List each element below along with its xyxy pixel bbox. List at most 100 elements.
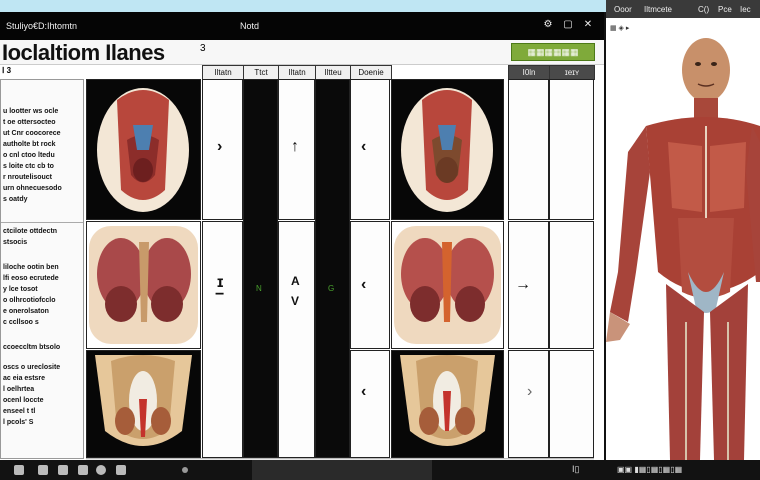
grid-cell[interactable] bbox=[549, 79, 594, 220]
note-line: stsocis bbox=[3, 239, 28, 246]
anatomy-image-4[interactable] bbox=[391, 79, 504, 220]
notes-block-4: ccoeccltm btsolo bbox=[3, 342, 81, 353]
anatomy-illustration bbox=[97, 88, 189, 212]
grid-cell[interactable]: ɪ − bbox=[202, 221, 243, 458]
toolbar-item[interactable]: Pce bbox=[718, 5, 732, 14]
note-line: r nroutelisouct bbox=[3, 174, 53, 181]
anatomy-image-5[interactable] bbox=[391, 221, 504, 349]
grid-cell[interactable]: ↑ bbox=[278, 79, 315, 220]
dark-column: G bbox=[315, 79, 350, 458]
minus-icon[interactable]: − bbox=[215, 286, 224, 304]
divider bbox=[1, 222, 83, 223]
maximize-icon[interactable]: ▢ bbox=[562, 19, 574, 31]
camera-icon[interactable] bbox=[78, 465, 88, 475]
chevron-left-icon[interactable]: ‹ bbox=[361, 138, 366, 156]
note-line: l pcols' S bbox=[3, 419, 34, 426]
muscle-figure-illustration[interactable] bbox=[606, 22, 760, 460]
note-line: enseel t tl bbox=[3, 408, 36, 415]
green-label: G bbox=[328, 284, 335, 293]
toolbar-item[interactable]: Iltmcete bbox=[644, 5, 672, 14]
browser-icon[interactable] bbox=[96, 465, 106, 475]
toolbar-item[interactable]: C() bbox=[698, 5, 709, 14]
note-line: liloche ootin ben bbox=[3, 264, 59, 271]
grid-cell[interactable] bbox=[508, 79, 549, 220]
anatomy-image-2[interactable] bbox=[86, 221, 201, 349]
app-icon[interactable] bbox=[116, 465, 126, 475]
column-header[interactable]: Doenie bbox=[350, 65, 392, 80]
note-line: y lce tosot bbox=[3, 286, 38, 293]
column-header[interactable]: Iltatn bbox=[202, 65, 244, 80]
anatomy-illustration bbox=[95, 355, 192, 446]
figure-toolbar: Ooor Iltmcete C() Pce Iec bbox=[606, 0, 760, 18]
grid-cell[interactable]: ‹ bbox=[350, 79, 390, 220]
clock[interactable]: I▯ bbox=[572, 464, 579, 475]
arrow-up-icon[interactable]: ↑ bbox=[291, 138, 299, 156]
note-line: ctcilote ottdectn bbox=[3, 228, 58, 235]
column-header-row: Ⅰ 3 Iltatn Ttct Iltatn Iltteu Doenie Ⅰ0l… bbox=[0, 65, 598, 80]
folder-icon[interactable] bbox=[38, 465, 48, 475]
left-notes-panel: u lootter ws ocle t oe ottersocteo ut Cn… bbox=[0, 79, 84, 459]
dark-column: N bbox=[243, 79, 278, 458]
main-window: Stuliyo€D:Ihtomtn Notd ⚙ ▢ ✕ Ioclaltiom … bbox=[0, 12, 606, 465]
window-subtitle: Notd bbox=[240, 21, 260, 31]
note-line: s loite ctc cb to bbox=[3, 163, 54, 170]
notes-block-1: u lootter ws ocle t oe ottersocteo ut Cn… bbox=[3, 106, 81, 205]
note-line: o olhrcotiofcclo bbox=[3, 297, 56, 304]
note-line: u lootter ws ocle bbox=[3, 108, 59, 115]
settings-icon[interactable]: ⚙ bbox=[542, 19, 554, 31]
grid-cell[interactable]: ‹ bbox=[350, 350, 390, 458]
a-marker[interactable]: A bbox=[291, 274, 300, 288]
chevron-left-icon[interactable]: ‹ bbox=[361, 383, 366, 401]
arrow-right-icon[interactable]: → bbox=[515, 276, 531, 294]
notes-block-2: ctcilote ottdectn stsocis bbox=[3, 226, 81, 248]
grid-cell[interactable]: › bbox=[508, 350, 549, 458]
grid-cell[interactable] bbox=[549, 350, 594, 458]
anatomy-image-1[interactable] bbox=[86, 79, 201, 220]
grid-cell[interactable]: A V bbox=[278, 221, 315, 458]
note-line: ocenl loccte bbox=[3, 397, 44, 404]
anatomy-illustration bbox=[89, 226, 198, 344]
column-header[interactable]: Iltatn bbox=[278, 65, 316, 80]
grid-cell[interactable]: → bbox=[508, 221, 549, 349]
v-marker[interactable]: V bbox=[291, 294, 299, 308]
note-line: ut Cnr coocorece bbox=[3, 130, 61, 137]
chevron-left-icon[interactable]: ‹ bbox=[361, 276, 366, 294]
grid-cell[interactable]: ‹ bbox=[350, 221, 390, 349]
indicator-icon bbox=[182, 467, 188, 473]
document-icon[interactable] bbox=[58, 465, 68, 475]
note-line: t oe ottersocteo bbox=[3, 119, 56, 126]
note-line: s oatdy bbox=[3, 196, 28, 203]
note-line: o cnl ctoo ltedu bbox=[3, 152, 55, 159]
toolbar-item[interactable]: Ooor bbox=[614, 5, 632, 14]
chevron-right-icon[interactable]: › bbox=[217, 138, 222, 156]
page-title: Ioclaltiom Ilanes bbox=[2, 40, 165, 65]
anatomy-illustration bbox=[400, 355, 495, 446]
figure-window: Ooor Iltmcete C() Pce Iec ▦ ◈ ▸ bbox=[606, 0, 760, 460]
taskbar-status: ▣▣ ▮▦▯▦▯▦▯▦ bbox=[617, 465, 683, 474]
action-button[interactable]: ▦▦▦▦▦▦ ▦▦▦▦ bbox=[511, 43, 595, 73]
column-header[interactable]: Iltteu bbox=[315, 65, 351, 80]
notes-block-3: liloche ootin ben lfi eoso ecrutede y lc… bbox=[3, 262, 81, 328]
chevron-right-icon[interactable]: › bbox=[527, 383, 532, 401]
note-line: oscs o ureclosite bbox=[3, 364, 61, 371]
close-icon[interactable]: ✕ bbox=[582, 19, 594, 31]
anatomy-image-6[interactable] bbox=[391, 350, 504, 458]
anatomy-image-3[interactable] bbox=[86, 350, 201, 458]
taskbar: I▯ ▣▣ ▮▦▯▦▯▦▯▦ bbox=[0, 460, 760, 480]
grid-cell[interactable]: › bbox=[202, 79, 243, 220]
anatomy-illustration bbox=[394, 226, 501, 344]
note-line: lfi eoso ecrutede bbox=[3, 275, 59, 282]
note-line: ac eia estsre bbox=[3, 375, 46, 382]
note-line: l oelhrtea bbox=[3, 386, 35, 393]
start-icon[interactable] bbox=[14, 465, 24, 475]
column-header[interactable]: ɪeɪʏ bbox=[549, 65, 595, 80]
column-header[interactable]: Ⅰ0ln bbox=[508, 65, 550, 80]
column-header[interactable]: Ttct bbox=[243, 65, 279, 80]
grid-cell[interactable] bbox=[549, 221, 594, 349]
toolbar-item[interactable]: Iec bbox=[740, 5, 751, 14]
note-line: e onerolsaton bbox=[3, 308, 49, 315]
notes-block-5: oscs o ureclosite ac eia estsre l oelhrt… bbox=[3, 362, 81, 428]
title-bar: Stuliyo€D:Ihtomtn Notd ⚙ ▢ ✕ bbox=[0, 12, 604, 40]
taskbar-active-app[interactable] bbox=[252, 460, 432, 480]
note-line: autholte bt rock bbox=[3, 141, 56, 148]
